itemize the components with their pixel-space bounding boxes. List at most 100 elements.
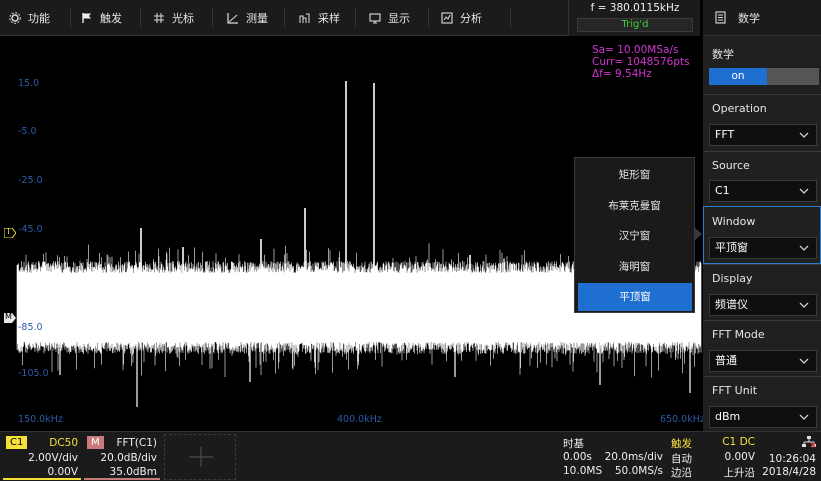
fft-unit-label: FFT Unit [712,384,758,397]
source-label: Source [712,159,750,172]
source-value: C1 [715,184,730,197]
math-channel-info[interactable]: M FFT(C1) 20.0dB/div 35.0dBm [84,434,160,480]
menu-acquire-label: 采样 [318,12,340,25]
status-bar: C1 DC50 2.00V/div 0.00V M FFT(C1) 20.0dB… [0,431,821,481]
timebase-info[interactable]: 时基 0.00s 20.0ms/div 10.0MS 50.0MS/s [560,434,666,480]
window-dropdown-menu: 矩形窗 布莱克曼窗 汉宁窗 海明窗 平顶窗 [574,157,695,313]
menu-divider [212,8,213,28]
menu-function-label: 功能 [28,12,50,25]
display-label: Display [712,272,753,285]
fft-unit-select[interactable]: dBm [709,406,817,428]
window-option-flattop[interactable]: 平顶窗 [578,283,692,311]
chevron-down-icon [799,414,809,420]
window-option-hamming[interactable]: 海明窗 [575,253,694,281]
window-option-blackman[interactable]: 布莱克曼窗 [575,192,694,220]
trigger-info[interactable]: 触发 C1 DC 自动 0.00V 边沿 上升沿 [668,434,758,480]
menu-analyze[interactable]: 分析 [440,0,482,36]
channel-c1-info[interactable]: C1 DC50 2.00V/div 0.00V [3,434,81,480]
record-length-readout: Curr= 1048576pts [592,56,690,68]
operation-select[interactable]: FFT [709,124,817,146]
freq-label: 150.0kHz [18,414,63,425]
menu-acquire[interactable]: 采样 [298,0,340,36]
window-option-hanning[interactable]: 汉宁窗 [575,222,694,250]
c1-chip: C1 [6,436,28,449]
menu-divider [355,8,356,28]
flag-icon [80,11,94,25]
panel-title: 数学 [738,11,760,25]
clock-info: 10:26:04 2018/4/28 [760,434,820,480]
window-section-focus [703,206,821,264]
display-icon [368,11,382,25]
add-channel-slot[interactable] [164,434,236,480]
trigger-level-marker[interactable]: T [3,227,17,239]
operation-value: FFT [715,128,735,141]
db-label: -5.0 [18,126,37,137]
menu-divider [428,8,429,28]
math-scale: 20.0dB/div [100,452,157,464]
db-label: -105.0 [18,368,49,379]
divider [703,94,821,95]
chevron-down-icon [799,358,809,364]
plus-icon [189,447,213,467]
network-icon [802,436,816,448]
timebase-delay: 0.00s [563,451,592,463]
divider [703,320,821,321]
fft-unit-value: dBm [715,410,741,423]
menu-divider [140,8,141,28]
menu-cursor[interactable]: 光标 [152,0,194,36]
display-select[interactable]: 频谱仪 [709,294,817,316]
dropdown-pointer [695,228,702,240]
freq-label: 400.0kHz [337,414,382,425]
c1-scale: 2.00V/div [28,452,78,464]
menu-display-label: 显示 [388,12,410,25]
c1-coupling: DC50 [49,437,78,449]
frequency-counter: f = 380.0115kHz Trig'd [568,0,700,36]
window-option-rectangular[interactable]: 矩形窗 [575,161,694,189]
gear-icon [8,11,22,25]
menu-divider [70,8,71,28]
menu-analyze-label: 分析 [460,12,482,25]
menu-display[interactable]: 显示 [368,0,410,36]
trigger-source: C1 DC [722,436,755,448]
sample-rate-readout: Sa= 10.00MSa/s [592,44,679,56]
trigger-title: 触发 [671,438,692,450]
memory-depth: 10.0MS [563,465,603,477]
math-marker-label: M [5,312,12,321]
trigger-mode: 自动 [671,453,692,465]
menu-trigger-label: 触发 [100,12,122,25]
timebase-scale: 20.0ms/div [604,451,663,463]
math-label: 数学 [712,48,734,61]
menu-measure-label: 测量 [246,12,268,25]
analyze-icon [440,11,454,25]
menu-measure[interactable]: 测量 [226,0,268,36]
operation-label: Operation [712,102,767,115]
clock-time: 10:26:04 [768,453,816,465]
source-select[interactable]: C1 [709,180,817,202]
chevron-down-icon [799,132,809,138]
db-label: -85.0 [18,322,43,333]
trigger-marker-label: T [6,227,11,236]
timebase-title: 时基 [563,438,584,450]
menu-function[interactable]: 功能 [8,0,50,36]
divider [703,376,821,377]
document-icon [715,11,726,24]
display-value: 频谱仪 [715,298,748,311]
math-chip: M [87,436,104,449]
math-function: FFT(C1) [116,437,157,449]
menu-divider [510,8,511,28]
math-reference-marker[interactable]: M [4,312,16,323]
acquire-icon [298,11,312,25]
menu-trigger[interactable]: 触发 [80,0,122,36]
divider [703,264,821,265]
freq-label: 650.0kHz [660,414,705,425]
frequency-readout: f = 380.0115kHz [590,2,680,14]
math-toggle[interactable]: on [709,68,819,85]
chevron-down-icon [799,188,809,194]
fft-mode-select[interactable]: 普通 [709,350,817,372]
trigger-slope: 上升沿 [723,467,756,479]
menu-divider [284,8,285,28]
menu-cursor-label: 光标 [172,12,194,25]
panel-header: 数学 [703,0,821,36]
ruler-icon [226,11,240,25]
fft-mode-value: 普通 [715,354,737,367]
